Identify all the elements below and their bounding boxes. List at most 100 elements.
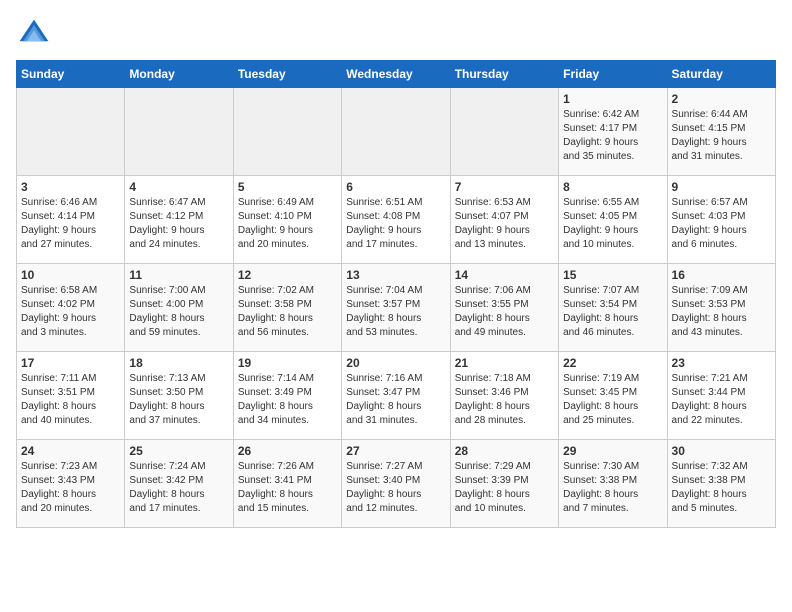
weekday-header-monday: Monday	[125, 61, 233, 88]
calendar-cell: 29 Sunrise: 7:30 AM Sunset: 3:38 PM Dayli…	[559, 440, 667, 528]
calendar-cell: 24 Sunrise: 7:23 AM Sunset: 3:43 PM Dayli…	[17, 440, 125, 528]
day-number: 29	[563, 444, 662, 458]
day-number: 16	[672, 268, 771, 282]
calendar-cell: 28 Sunrise: 7:29 AM Sunset: 3:39 PM Dayli…	[450, 440, 558, 528]
day-number: 4	[129, 180, 228, 194]
day-number: 5	[238, 180, 337, 194]
day-info: Sunrise: 7:00 AM Sunset: 4:00 PM Dayligh…	[129, 284, 228, 340]
calendar-cell: 5 Sunrise: 6:49 AM Sunset: 4:10 PM Daylig…	[233, 176, 341, 264]
day-number: 26	[238, 444, 337, 458]
calendar-cell: 16 Sunrise: 7:09 AM Sunset: 3:53 PM Dayli…	[667, 264, 775, 352]
day-number: 8	[563, 180, 662, 194]
calendar-cell	[450, 88, 558, 176]
day-info: Sunrise: 6:58 AM Sunset: 4:02 PM Dayligh…	[21, 284, 120, 340]
day-number: 24	[21, 444, 120, 458]
calendar-cell: 17 Sunrise: 7:11 AM Sunset: 3:51 PM Dayli…	[17, 352, 125, 440]
day-number: 21	[455, 356, 554, 370]
weekday-header-wednesday: Wednesday	[342, 61, 450, 88]
day-number: 18	[129, 356, 228, 370]
day-info: Sunrise: 7:16 AM Sunset: 3:47 PM Dayligh…	[346, 372, 445, 428]
day-info: Sunrise: 7:29 AM Sunset: 3:39 PM Dayligh…	[455, 460, 554, 516]
calendar-cell	[17, 88, 125, 176]
weekday-header-saturday: Saturday	[667, 61, 775, 88]
day-number: 3	[21, 180, 120, 194]
calendar-cell: 21 Sunrise: 7:18 AM Sunset: 3:46 PM Dayli…	[450, 352, 558, 440]
day-number: 22	[563, 356, 662, 370]
day-number: 7	[455, 180, 554, 194]
calendar-cell	[125, 88, 233, 176]
day-number: 27	[346, 444, 445, 458]
day-info: Sunrise: 7:21 AM Sunset: 3:44 PM Dayligh…	[672, 372, 771, 428]
calendar-cell: 10 Sunrise: 6:58 AM Sunset: 4:02 PM Dayli…	[17, 264, 125, 352]
day-info: Sunrise: 7:30 AM Sunset: 3:38 PM Dayligh…	[563, 460, 662, 516]
day-number: 20	[346, 356, 445, 370]
day-info: Sunrise: 6:42 AM Sunset: 4:17 PM Dayligh…	[563, 108, 662, 164]
day-info: Sunrise: 7:07 AM Sunset: 3:54 PM Dayligh…	[563, 284, 662, 340]
day-number: 9	[672, 180, 771, 194]
calendar-cell: 11 Sunrise: 7:00 AM Sunset: 4:00 PM Dayli…	[125, 264, 233, 352]
day-info: Sunrise: 6:47 AM Sunset: 4:12 PM Dayligh…	[129, 196, 228, 252]
calendar-cell: 12Sunrise: 7:02 AM Sunset: 3:58 PM Dayli…	[233, 264, 341, 352]
day-info: Sunrise: 7:23 AM Sunset: 3:43 PM Dayligh…	[21, 460, 120, 516]
day-number: 10	[21, 268, 120, 282]
calendar-cell: 20 Sunrise: 7:16 AM Sunset: 3:47 PM Dayli…	[342, 352, 450, 440]
day-number: 23	[672, 356, 771, 370]
logo-icon	[16, 16, 52, 52]
day-info: Sunrise: 7:18 AM Sunset: 3:46 PM Dayligh…	[455, 372, 554, 428]
calendar-cell: 8 Sunrise: 6:55 AM Sunset: 4:05 PM Daylig…	[559, 176, 667, 264]
calendar-cell: 26 Sunrise: 7:26 AM Sunset: 3:41 PM Dayli…	[233, 440, 341, 528]
day-info: Sunrise: 7:09 AM Sunset: 3:53 PM Dayligh…	[672, 284, 771, 340]
day-number: 17	[21, 356, 120, 370]
day-number: 28	[455, 444, 554, 458]
calendar-cell: 25Sunrise: 7:24 AM Sunset: 3:42 PM Dayli…	[125, 440, 233, 528]
calendar-cell: 1 Sunrise: 6:42 AM Sunset: 4:17 PM Daylig…	[559, 88, 667, 176]
weekday-header-sunday: Sunday	[17, 61, 125, 88]
calendar-cell: 13 Sunrise: 7:04 AM Sunset: 3:57 PM Dayli…	[342, 264, 450, 352]
day-info: Sunrise: 7:27 AM Sunset: 3:40 PM Dayligh…	[346, 460, 445, 516]
day-info: Sunrise: 6:44 AM Sunset: 4:15 PM Dayligh…	[672, 108, 771, 164]
day-info: Sunrise: 7:26 AM Sunset: 3:41 PM Dayligh…	[238, 460, 337, 516]
calendar-cell: 19 Sunrise: 7:14 AM Sunset: 3:49 PM Dayli…	[233, 352, 341, 440]
day-info: Sunrise: 7:06 AM Sunset: 3:55 PM Dayligh…	[455, 284, 554, 340]
calendar-cell: 14 Sunrise: 7:06 AM Sunset: 3:55 PM Dayli…	[450, 264, 558, 352]
day-info: Sunrise: 7:13 AM Sunset: 3:50 PM Dayligh…	[129, 372, 228, 428]
day-info: Sunrise: 7:02 AM Sunset: 3:58 PM Dayligh…	[238, 284, 337, 340]
day-number: 30	[672, 444, 771, 458]
day-info: Sunrise: 6:57 AM Sunset: 4:03 PM Dayligh…	[672, 196, 771, 252]
calendar-cell: 6 Sunrise: 6:51 AM Sunset: 4:08 PM Daylig…	[342, 176, 450, 264]
header	[16, 16, 776, 52]
day-info: Sunrise: 6:53 AM Sunset: 4:07 PM Dayligh…	[455, 196, 554, 252]
day-info: Sunrise: 7:14 AM Sunset: 3:49 PM Dayligh…	[238, 372, 337, 428]
day-number: 1	[563, 92, 662, 106]
calendar-cell: 15Sunrise: 7:07 AM Sunset: 3:54 PM Dayli…	[559, 264, 667, 352]
calendar-cell: 30Sunrise: 7:32 AM Sunset: 3:38 PM Dayli…	[667, 440, 775, 528]
calendar-cell: 3 Sunrise: 6:46 AM Sunset: 4:14 PM Daylig…	[17, 176, 125, 264]
weekday-header-tuesday: Tuesday	[233, 61, 341, 88]
weekday-header-friday: Friday	[559, 61, 667, 88]
calendar-cell: 27 Sunrise: 7:27 AM Sunset: 3:40 PM Dayli…	[342, 440, 450, 528]
calendar-cell	[233, 88, 341, 176]
calendar-cell: 22 Sunrise: 7:19 AM Sunset: 3:45 PM Dayli…	[559, 352, 667, 440]
logo	[16, 16, 56, 52]
day-number: 11	[129, 268, 228, 282]
day-number: 19	[238, 356, 337, 370]
day-number: 6	[346, 180, 445, 194]
day-info: Sunrise: 6:49 AM Sunset: 4:10 PM Dayligh…	[238, 196, 337, 252]
day-number: 13	[346, 268, 445, 282]
day-info: Sunrise: 7:11 AM Sunset: 3:51 PM Dayligh…	[21, 372, 120, 428]
day-info: Sunrise: 6:55 AM Sunset: 4:05 PM Dayligh…	[563, 196, 662, 252]
day-info: Sunrise: 6:46 AM Sunset: 4:14 PM Dayligh…	[21, 196, 120, 252]
calendar-cell: 4 Sunrise: 6:47 AM Sunset: 4:12 PM Daylig…	[125, 176, 233, 264]
calendar-cell: 18 Sunrise: 7:13 AM Sunset: 3:50 PM Dayli…	[125, 352, 233, 440]
day-number: 2	[672, 92, 771, 106]
day-info: Sunrise: 6:51 AM Sunset: 4:08 PM Dayligh…	[346, 196, 445, 252]
day-number: 14	[455, 268, 554, 282]
day-info: Sunrise: 7:19 AM Sunset: 3:45 PM Dayligh…	[563, 372, 662, 428]
calendar-cell: 9 Sunrise: 6:57 AM Sunset: 4:03 PM Daylig…	[667, 176, 775, 264]
day-info: Sunrise: 7:04 AM Sunset: 3:57 PM Dayligh…	[346, 284, 445, 340]
day-info: Sunrise: 7:24 AM Sunset: 3:42 PM Dayligh…	[129, 460, 228, 516]
calendar-table: SundayMondayTuesdayWednesdayThursdayFrid…	[16, 60, 776, 528]
calendar-cell	[342, 88, 450, 176]
weekday-header-thursday: Thursday	[450, 61, 558, 88]
calendar-cell: 23 Sunrise: 7:21 AM Sunset: 3:44 PM Dayli…	[667, 352, 775, 440]
